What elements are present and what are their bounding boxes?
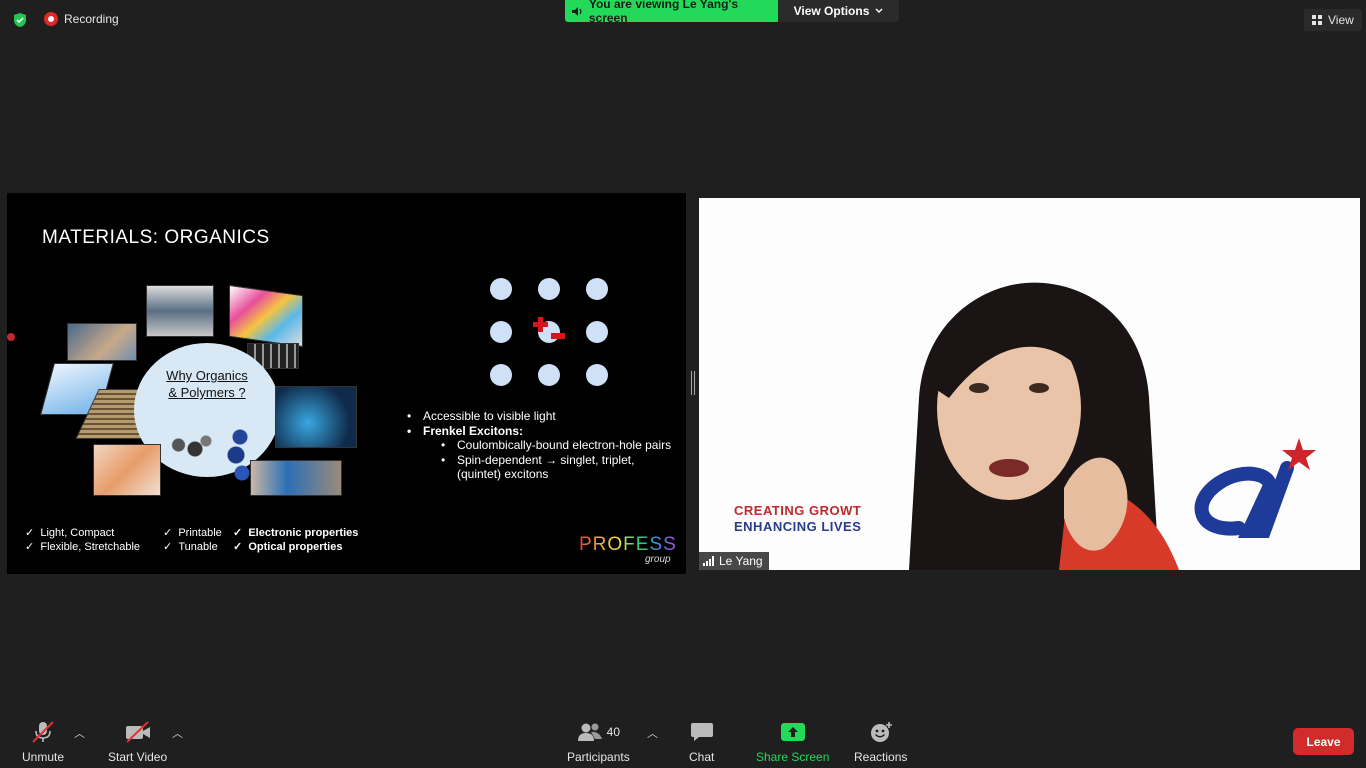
encryption-shield-icon[interactable] (12, 12, 28, 28)
view-label: View (1328, 13, 1354, 27)
check-flexible: Flexible, Stretchable (40, 541, 141, 553)
chat-button[interactable]: Chat (689, 720, 714, 764)
viewing-banner-text: You are viewing Le Yang's screen (588, 0, 738, 25)
collage-photo-skin-sensor (93, 444, 161, 496)
reactions-label: Reactions (854, 750, 908, 764)
speaker-icon (571, 6, 582, 16)
participants-button[interactable]: 40 Participants (567, 720, 630, 764)
view-options-button[interactable]: View Options (778, 0, 899, 22)
exciton-lattice-diagram (490, 278, 616, 386)
shared-screen[interactable]: MATERIALS: ORGANICS Why Organics & Polym… (7, 193, 686, 574)
participant-video-tile[interactable]: CREATING GROWT ENHANCING LIVES Le Yang (699, 198, 1360, 570)
recording-icon (44, 12, 58, 26)
start-video-label: Start Video (108, 750, 168, 764)
collage-photo-laptop (229, 284, 303, 348)
muted-microphone-icon (29, 720, 57, 744)
participant-video-feed (909, 282, 1179, 570)
unmute-button[interactable]: Unmute (22, 720, 64, 764)
collage-photo-flexible-display (250, 460, 342, 496)
grid-icon (1312, 15, 1322, 25)
profess-logo: PROFESS (579, 534, 677, 555)
slide-title: MATERIALS: ORGANICS (42, 227, 270, 248)
collage-photo-flexible-film (67, 323, 137, 361)
electron-hole-pair-icon (533, 317, 565, 339)
reactions-smiley-icon (869, 720, 893, 744)
view-options-label: View Options (793, 4, 870, 18)
signal-strength-icon (703, 556, 714, 566)
check-electronic: Electronic properties (248, 527, 359, 539)
participants-options-caret[interactable]: ︿ (647, 725, 658, 741)
panel-splitter-handle[interactable] (691, 371, 695, 395)
chat-label: Chat (689, 750, 715, 764)
video-options-caret[interactable]: ︿ (172, 725, 183, 741)
slide-bullets: Accessible to visible light Frenkel Exci… (407, 409, 677, 482)
participants-label: Participants (567, 750, 630, 764)
viewing-screen-banner: You are viewing Le Yang's screen (565, 0, 778, 25)
participants-count: 40 (606, 725, 621, 739)
participants-icon: 40 (577, 720, 620, 744)
share-screen-label: Share Screen (756, 750, 830, 764)
share-screen-icon (780, 720, 806, 744)
check-light-compact: Light, Compact (40, 527, 115, 539)
bullet-frenkel: Frenkel Excitons: (407, 424, 677, 439)
profess-logo-sub: group (645, 554, 671, 565)
audio-options-caret[interactable]: ︿ (74, 725, 85, 741)
chat-icon (690, 720, 714, 744)
sub-bullet-coulombic: Coulombically-bound electron-hole pairs (441, 438, 677, 453)
participant-name-tag: Le Yang (699, 552, 769, 570)
why-organics-text: Why Organics & Polymers ? (166, 368, 248, 400)
recording-label: Recording (64, 12, 119, 26)
view-layout-button[interactable]: View (1304, 9, 1362, 31)
video-off-icon (123, 720, 153, 744)
check-optical: Optical properties (248, 541, 343, 553)
participant-name: Le Yang (719, 554, 763, 568)
reactions-button[interactable]: Reactions (854, 720, 907, 764)
collage-photo-oled-network (275, 386, 357, 448)
check-tunable: Tunable (178, 541, 218, 553)
share-screen-button[interactable]: Share Screen (756, 720, 829, 764)
start-video-button[interactable]: Start Video (108, 720, 167, 764)
collage-photo-molecule (162, 429, 217, 469)
sub-bullet-spin: Spin-dependent → singlet, triplet, (quin… (441, 453, 677, 482)
collage-photo-wrist-display (146, 285, 214, 337)
unmute-label: Unmute (22, 750, 65, 764)
recording-indicator[interactable]: Recording (44, 12, 119, 26)
bullet-visible-light: Accessible to visible light (407, 409, 677, 424)
chevron-down-icon (875, 8, 883, 13)
annotation-dot (7, 333, 15, 341)
check-printable: Printable (178, 527, 222, 539)
leave-button[interactable]: Leave (1293, 728, 1354, 755)
